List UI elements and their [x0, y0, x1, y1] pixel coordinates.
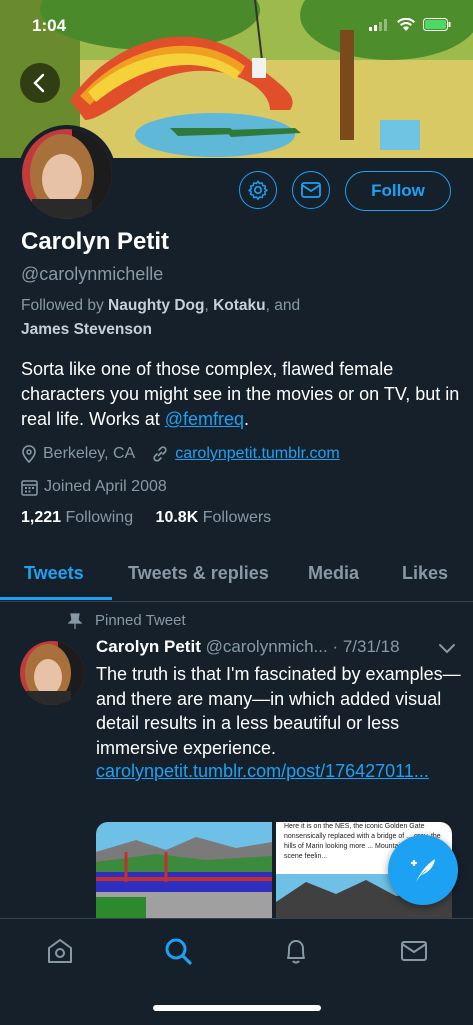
follow-button[interactable]: Follow: [345, 171, 451, 211]
followed-by-user[interactable]: Kotaku: [213, 297, 266, 314]
followers-link[interactable]: 10.8K Followers: [156, 509, 272, 526]
status-time: 1:04: [32, 16, 67, 35]
followed-by-user[interactable]: Naughty Dog: [108, 297, 204, 314]
nav-notifications[interactable]: [281, 936, 311, 966]
location-pin-icon: [22, 445, 36, 463]
tweet-author[interactable]: Carolyn Petit: [96, 637, 201, 656]
pin-icon: [68, 612, 82, 629]
tab-tweets-replies[interactable]: Tweets & replies: [128, 563, 269, 584]
followed-by-comma: ,: [204, 297, 214, 314]
home-icon: [48, 939, 72, 963]
profile-handle: @carolynmichelle: [21, 264, 164, 284]
bio-mention-link[interactable]: @femfreq: [165, 409, 244, 429]
followed-by-prefix: Followed by: [21, 297, 104, 314]
nav-search[interactable]: [163, 936, 193, 966]
following-link[interactable]: 1,221 Following: [21, 509, 133, 526]
tweet-menu-button[interactable]: [438, 641, 456, 659]
home-indicator[interactable]: [153, 1005, 321, 1011]
status-bar: 1:04: [0, 0, 473, 44]
active-tab-indicator: [0, 597, 112, 600]
tweet-handle-date: @carolynmich... · 7/31/18: [205, 637, 400, 656]
back-button[interactable]: [20, 63, 60, 103]
profile-meta-row: Berkeley, CA carolynpetit.tumblr.com: [21, 445, 340, 463]
envelope-icon: [401, 941, 427, 961]
profile-bio: Sorta like one of those complex, flawed …: [21, 357, 461, 432]
followed-by[interactable]: Followed by Naughty Dog, Kotaku, and Jam…: [21, 294, 351, 342]
bell-icon: [287, 940, 305, 964]
tab-media[interactable]: Media: [308, 563, 359, 584]
profile-joined-row: Joined April 2008: [21, 478, 167, 496]
pinned-tweet-label: Pinned Tweet: [68, 612, 186, 629]
signal-icon: [369, 18, 387, 31]
followed-by-and: , and: [265, 297, 301, 314]
search-icon: [165, 938, 192, 965]
tab-tweets[interactable]: Tweets: [24, 563, 84, 584]
followed-by-user[interactable]: James Stevenson: [21, 321, 152, 338]
gear-icon: [248, 180, 268, 200]
tweet-header: Carolyn Petit @carolynmich... · 7/31/18: [96, 637, 458, 657]
pinned-text: Pinned Tweet: [95, 612, 186, 629]
status-icons: [369, 18, 451, 31]
chevron-left-icon: [33, 73, 45, 93]
bio-end: .: [244, 409, 250, 429]
nav-home[interactable]: [45, 936, 75, 966]
following-label: Following: [65, 509, 134, 526]
profile-name: Carolyn Petit: [21, 228, 170, 255]
profile-tabs: Tweets Tweets & replies Media Likes: [0, 555, 473, 602]
wifi-icon: [397, 18, 415, 31]
calendar-icon: [21, 479, 38, 496]
profile-website-link[interactable]: carolynpetit.tumblr.com: [175, 445, 340, 463]
compose-tweet-button[interactable]: [388, 835, 458, 905]
profile-joined: Joined April 2008: [44, 478, 167, 495]
following-count: 1,221: [21, 509, 62, 526]
tweet-text: The truth is that I'm fascinated by exam…: [96, 664, 461, 758]
profile-avatar[interactable]: [18, 125, 116, 223]
message-button[interactable]: [292, 171, 330, 209]
envelope-icon: [301, 182, 321, 198]
settings-button[interactable]: [239, 171, 277, 209]
tweet-link[interactable]: carolynpetit.tumblr.com/post/176427011..…: [96, 759, 429, 784]
compose-tweet-icon: [410, 859, 435, 882]
tweet-avatar[interactable]: [20, 641, 84, 705]
profile-counts: 1,221 Following 10.8K Followers: [21, 509, 271, 527]
link-icon: [153, 446, 167, 462]
battery-icon: [423, 18, 451, 31]
nav-messages[interactable]: [399, 936, 429, 966]
followers-count: 10.8K: [155, 509, 199, 526]
profile-location: Berkeley, CA: [43, 445, 136, 462]
chevron-down-icon: [439, 644, 455, 654]
tab-likes[interactable]: Likes: [402, 563, 448, 584]
followers-label: Followers: [202, 509, 272, 526]
